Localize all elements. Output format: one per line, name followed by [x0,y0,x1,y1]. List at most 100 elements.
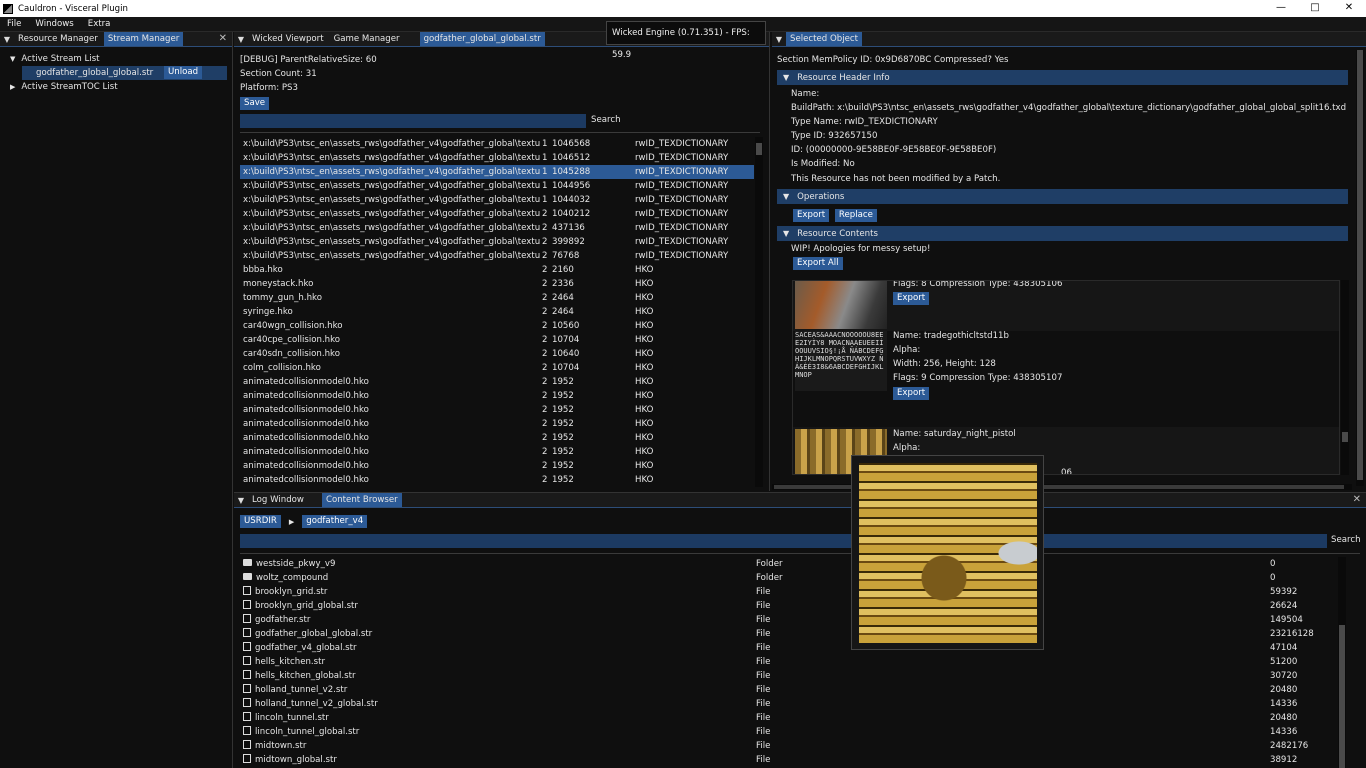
scrollbar-thumb[interactable] [1339,625,1345,768]
resource-row[interactable]: x:\build\PS3\ntsc_en\assets_rws\godfathe… [240,165,754,179]
resource-row[interactable]: animatedcollisionmodel0.hko 2 1952 HKO [240,431,754,445]
triangle-down-icon: ▼ [783,229,790,238]
collapse-icon[interactable]: ▼ [772,35,786,44]
resource-row[interactable]: animatedcollisionmodel0.hko 2 1952 HKO [240,389,754,403]
contents-section[interactable]: ▼ Resource Contents [777,226,1348,241]
save-button[interactable]: Save [240,97,270,110]
resource-row[interactable]: car40wgn_collision.hko 2 10560 HKO [240,319,754,333]
file-row[interactable]: midtown.str File 2482176 [240,739,1340,753]
tab-content-browser[interactable]: Content Browser [321,493,402,507]
menu-windows[interactable]: Windows [28,19,80,29]
maximize-button[interactable]: □ [1298,0,1332,17]
resource-row[interactable]: animatedcollisionmodel0.hko 2 1952 HKO [240,445,754,459]
tab-game-manager[interactable]: Game Manager [330,32,404,46]
unload-button[interactable]: Unload [164,66,203,79]
minimize-button[interactable]: — [1264,0,1298,17]
resource-section: 2 [542,447,548,457]
resource-row[interactable]: animatedcollisionmodel0.hko 2 1952 HKO [240,403,754,417]
header-info-section[interactable]: ▼ Resource Header Info [777,70,1348,85]
export-all-button[interactable]: Export All [793,257,843,270]
close-icon[interactable]: ✕ [1353,493,1361,507]
resource-section: 2 [542,363,548,373]
tab-log-window[interactable]: Log Window [248,493,308,507]
export-button[interactable]: Export [893,387,930,400]
resource-row[interactable]: moneystack.hko 2 2336 HKO [240,277,754,291]
file-row[interactable]: godfather_global_global.str File 23216128 [240,627,1340,641]
left-panel: ▼ Resource Manager Stream Manager ✕ ▼ Act… [0,32,233,768]
tab-stream-file[interactable]: godfather_global_global.str [419,32,545,46]
resource-row[interactable]: x:\build\PS3\ntsc_en\assets_rws\godfathe… [240,179,754,193]
search-input[interactable] [240,114,586,128]
file-icon [243,754,251,763]
resource-row[interactable]: syringe.hko 2 2464 HKO [240,305,754,319]
scrollbar[interactable] [755,137,763,487]
content-search-input[interactable] [240,534,1327,548]
tree-node-streamtoc[interactable]: ▶ Active StreamTOC List [10,80,232,94]
close-icon[interactable]: ✕ [219,32,227,46]
export-button[interactable]: Export [893,292,930,305]
export-button[interactable]: Export [793,209,830,222]
file-icon [243,698,251,707]
resource-row[interactable]: x:\build\PS3\ntsc_en\assets_rws\godfathe… [240,151,754,165]
collapse-icon[interactable]: ▼ [234,496,248,505]
resource-row[interactable]: x:\build\PS3\ntsc_en\assets_rws\godfathe… [240,137,754,151]
crumb-usrdir[interactable]: USRDIR [240,515,281,528]
replace-button[interactable]: Replace [834,209,877,222]
scrollbar-thumb[interactable] [1357,50,1363,480]
tree-label: Active StreamTOC List [21,82,118,92]
crumb-godfather-v4[interactable]: godfather_v4 [302,515,368,528]
texture-scrollbar[interactable] [1341,280,1349,475]
tab-resource-manager[interactable]: Resource Manager [14,32,102,46]
resource-row[interactable]: animatedcollisionmodel0.hko 2 1952 HKO [240,375,754,389]
resource-row[interactable]: car40cpe_collision.hko 2 10704 HKO [240,333,754,347]
resource-row[interactable]: bbba.hko 2 2160 HKO [240,263,754,277]
tab-selected-object[interactable]: Selected Object [786,32,862,46]
resource-row[interactable]: animatedcollisionmodel0.hko 2 1952 HKO [240,459,754,473]
file-row[interactable]: woltz_compound Folder 0 [240,571,1340,585]
file-size: 14336 [1270,727,1298,737]
close-window-button[interactable]: ✕ [1332,0,1366,17]
divider [240,553,1360,554]
resource-row[interactable]: animatedcollisionmodel0.hko 2 1952 HKO [240,417,754,431]
collapse-icon[interactable]: ▼ [0,35,14,44]
stream-item[interactable]: godfather_global_global.str Unload [22,66,227,80]
file-row[interactable]: hells_kitchen.str File 51200 [240,655,1340,669]
file-scrollbar[interactable] [1338,557,1346,768]
resource-row[interactable]: car40sdn_collision.hko 2 10640 HKO [240,347,754,361]
resource-row[interactable]: x:\build\PS3\ntsc_en\assets_rws\godfathe… [240,207,754,221]
resource-row[interactable]: tommy_gun_h.hko 2 2464 HKO [240,291,754,305]
resource-size: 1952 [552,447,574,457]
resource-row[interactable]: x:\build\PS3\ntsc_en\assets_rws\godfathe… [240,235,754,249]
file-row[interactable]: lincoln_tunnel.str File 20480 [240,711,1340,725]
file-row[interactable]: midtown_global.str File 38912 [240,753,1340,767]
resource-section: 2 [542,321,548,331]
resource-row[interactable]: x:\build\PS3\ntsc_en\assets_rws\godfathe… [240,221,754,235]
resource-row[interactable]: x:\build\PS3\ntsc_en\assets_rws\godfathe… [240,193,754,207]
file-row[interactable]: godfather.str File 149504 [240,613,1340,627]
file-row[interactable]: holland_tunnel_v2_global.str File 14336 [240,697,1340,711]
scrollbar-thumb[interactable] [756,143,762,155]
collapse-icon[interactable]: ▼ [234,35,248,44]
file-row[interactable]: brooklyn_grid.str File 59392 [240,585,1340,599]
scrollbar-thumb[interactable] [1342,432,1348,442]
resource-row[interactable]: animatedcollisionmodel0.hko 2 1952 HKO [240,473,754,487]
resource-path: animatedcollisionmodel0.hko [243,405,369,415]
file-size: 2482176 [1270,741,1309,751]
resource-path: car40wgn_collision.hko [243,321,343,331]
file-row[interactable]: hells_kitchen_global.str File 30720 [240,669,1340,683]
file-row[interactable]: godfather_v4_global.str File 47104 [240,641,1340,655]
operations-section[interactable]: ▼ Operations [777,189,1348,204]
menu-extra[interactable]: Extra [81,19,118,29]
file-row[interactable]: lincoln_tunnel_global.str File 14336 [240,725,1340,739]
resource-row[interactable]: colm_collision.hko 2 10704 HKO [240,361,754,375]
resource-section: 1 [542,181,548,191]
menu-file[interactable]: File [0,19,28,29]
panel-scrollbar[interactable] [1356,50,1364,486]
tab-stream-manager[interactable]: Stream Manager [103,32,184,46]
resource-row[interactable]: x:\build\PS3\ntsc_en\assets_rws\godfathe… [240,249,754,263]
tab-wicked-viewport[interactable]: Wicked Viewport [248,32,328,46]
file-row[interactable]: westside_pkwy_v9 Folder 0 [240,557,1340,571]
file-row[interactable]: holland_tunnel_v2.str File 20480 [240,683,1340,697]
tree-node-active-stream[interactable]: ▼ Active Stream List [10,52,232,66]
file-row[interactable]: brooklyn_grid_global.str File 26624 [240,599,1340,613]
